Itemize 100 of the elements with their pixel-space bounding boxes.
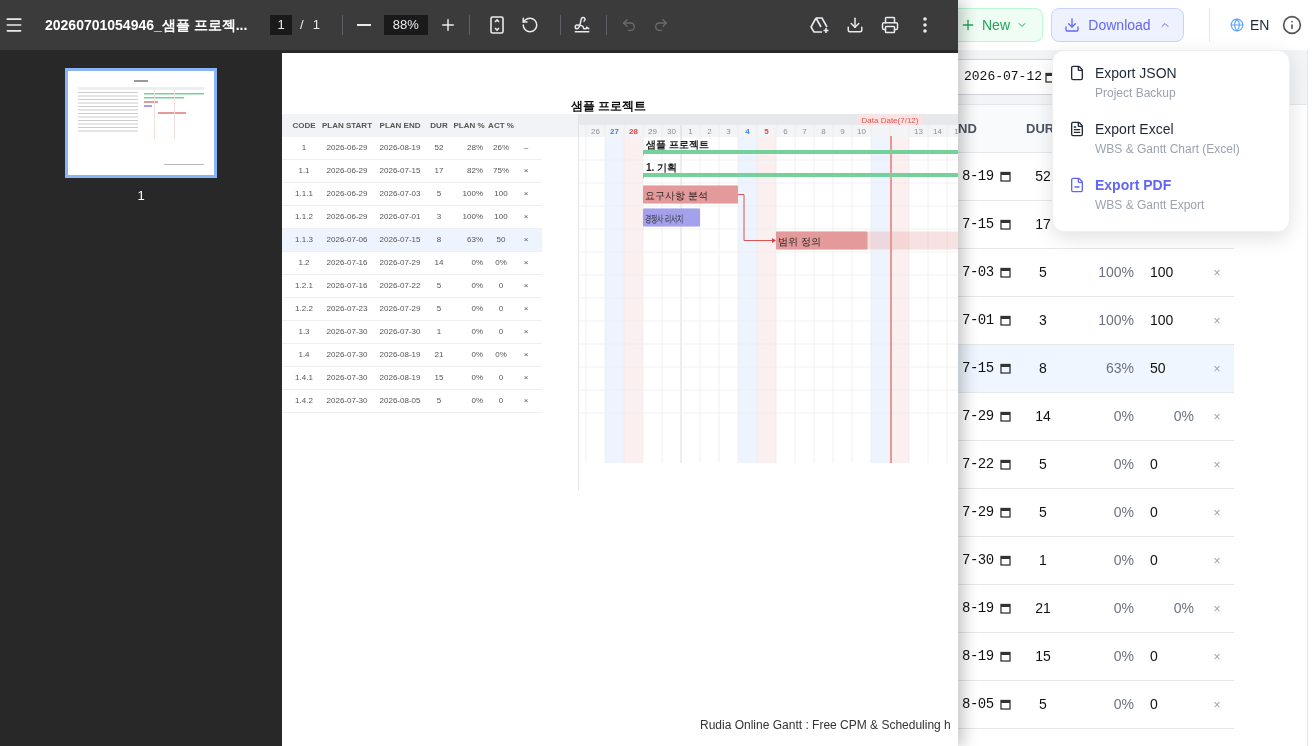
table-cell-text: 8 [435, 234, 443, 246]
table-cell-text: 0 [497, 280, 505, 292]
table-cell-text: 2026-06-29 [325, 142, 369, 154]
table-cell-text: 28% [466, 142, 484, 154]
bar-label: 요구사항 분석 [645, 189, 708, 201]
table-cell-text: 1.2 [297, 257, 311, 269]
plan-percent: 0% [1112, 503, 1134, 522]
column-header: PLAN START [320, 119, 374, 132]
table-cell-text: 0% [494, 257, 508, 269]
plan-percent: 100% [1097, 311, 1134, 330]
table-cell-text: 0% [494, 349, 508, 361]
table-cell-text: 2026-08-05 [378, 395, 422, 407]
table-cell-text: 2026-07-29 [378, 303, 422, 315]
table-cell-text: 0 [497, 372, 505, 384]
table-cell-text: 0% [470, 280, 484, 292]
menu-item-title: Export JSON [1095, 64, 1177, 83]
table-cell-text: 1.4 [297, 349, 311, 361]
table-cell-text: 2026-07-01 [378, 211, 422, 223]
column-header: ND [958, 119, 978, 138]
table-cell-text: 2026-07-06 [325, 234, 369, 246]
table-cell-text: 1.4.2 [294, 395, 314, 407]
day-label: 1 [954, 127, 958, 136]
day-label: 27 [610, 127, 619, 136]
plan-percent: 63% [1104, 359, 1134, 378]
day-label: 9 [840, 127, 845, 136]
table-cell-text: 26% [492, 142, 510, 154]
table-cell-text: 2026-08-19 [378, 142, 422, 154]
day-label: 6 [783, 127, 788, 136]
document-title: 20260701054946_샘플 프로젝... [45, 15, 249, 35]
day-label: 29 [648, 127, 657, 136]
table-cell-text: 0% [470, 395, 484, 407]
menu-item-description: WBS & Gantt Chart (Excel) [1095, 141, 1240, 157]
menu-item-description: WBS & Gantt Export [1095, 197, 1205, 213]
table-cell-text: 1.1.2 [294, 211, 314, 223]
table-cell-text: 100 [493, 188, 509, 200]
table-cell-text: 75% [492, 165, 510, 177]
day-label: 30 [667, 127, 676, 136]
table-cell-text: × [522, 257, 530, 269]
table-cell-text: 2026-07-30 [325, 326, 369, 338]
table-cell-text: 5 [435, 395, 443, 407]
table-cell-text: × [522, 280, 530, 292]
table-cell-text: 17 [433, 165, 445, 177]
table-cell-text: 1.1 [297, 165, 311, 177]
table-cell-text: 1.2.1 [294, 280, 314, 292]
plan-percent: 0% [1112, 551, 1134, 570]
thumbnail-label: 1 [137, 187, 145, 205]
table-cell-text: 2026-07-16 [325, 280, 369, 292]
table-cell-text: 100% [461, 188, 484, 200]
table-cell-text: 2026-06-29 [325, 188, 369, 200]
actual-percent: 0% [1172, 407, 1195, 426]
plan-percent: 0% [1112, 599, 1134, 618]
table-cell-text: 5 [435, 188, 443, 200]
day-label: 26 [591, 127, 600, 136]
plan-percent: 0% [1112, 695, 1134, 714]
table-cell-text: 1.3 [297, 326, 311, 338]
day-label: 3 [726, 127, 731, 136]
day-label: 5 [764, 127, 769, 136]
table-cell-text: 0 [497, 303, 505, 315]
table-cell-text: × [522, 234, 530, 246]
table-cell-text: 2026-07-15 [378, 234, 422, 246]
data-date-label: Data Date(7/12) [857, 114, 923, 125]
table-cell-text: 2026-07-16 [325, 257, 369, 269]
table-cell-text: 0% [470, 326, 484, 338]
column-header: PLAN % [452, 119, 486, 132]
table-cell-text: × [522, 372, 530, 384]
day-label: 13 [914, 127, 923, 136]
table-cell-text: × [522, 349, 530, 361]
day-label: 7 [802, 127, 807, 136]
plan-percent: 100% [1097, 263, 1134, 282]
document-heading: 샘플 프로젝트 [571, 99, 647, 113]
table-cell-text: 2026-07-29 [378, 257, 422, 269]
table-cell-text: – [522, 142, 530, 154]
column-header: PLAN END [378, 119, 422, 132]
table-cell-text: 2026-08-19 [378, 372, 422, 384]
table-cell-text: 0% [470, 372, 484, 384]
column-header: DUR [429, 119, 449, 132]
table-cell-text: 0 [497, 395, 505, 407]
table-cell-text: 100 [493, 211, 509, 223]
menu-item-title: Export PDF [1095, 176, 1173, 195]
plan-percent: 0% [1112, 455, 1134, 474]
table-cell-text: 0 [497, 326, 505, 338]
table-cell-text: × [522, 303, 530, 315]
table-cell-text: × [522, 188, 530, 200]
table-cell-text: 1.4.1 [294, 372, 314, 384]
plan-percent: 0% [1112, 647, 1134, 666]
table-cell-text: 1 [435, 326, 443, 338]
table-cell-text: × [522, 165, 530, 177]
table-cell-text: 3 [435, 211, 443, 223]
bar-label: 샘플 프로젝트 [646, 138, 709, 150]
table-cell-text: 5 [435, 303, 443, 315]
day-label: 4 [745, 127, 750, 136]
day-label: 2 [707, 127, 712, 136]
table-cell-text: 52 [433, 142, 445, 154]
plan-percent: 0% [1112, 407, 1134, 426]
day-label: 10 [857, 127, 866, 136]
table-cell-text: 63% [466, 234, 484, 246]
data-date-value: 2026-07-12 [964, 68, 1042, 87]
menu-item-description: Project Backup [1095, 85, 1177, 101]
footer-text: Rudia Online Gantt : Free CPM & Scheduling h [700, 718, 951, 732]
bar-label: 범위 정의 [778, 235, 821, 247]
